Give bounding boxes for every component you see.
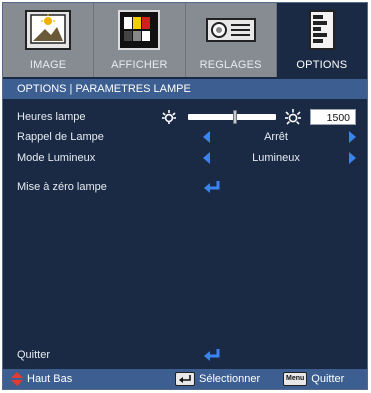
row-lamp-reminder[interactable]: Rappel de Lampe Arrêt — [3, 127, 367, 147]
row-exit[interactable]: Quitter — [3, 345, 367, 365]
lamp-reset-label: Mise à zéro lampe — [17, 181, 107, 193]
row-lamp-hours[interactable]: Heures lampe 1500 — [3, 107, 367, 127]
tab-settings-label: REGLAGES — [199, 59, 262, 71]
up-down-icon — [11, 372, 23, 387]
lamp-hours-slider-thumb[interactable] — [233, 110, 237, 124]
bright-mode-label: Mode Lumineux — [17, 152, 96, 164]
right-arrow-icon[interactable] — [349, 152, 356, 164]
footer-bar: Haut Bas Sélectionner Menu Quitter — [3, 369, 367, 389]
lamp-reminder-value: Arrêt — [264, 131, 288, 143]
menu-key-icon: Menu — [283, 372, 308, 387]
left-arrow-icon[interactable] — [203, 152, 210, 164]
enter-key-icon — [175, 372, 195, 387]
footer-select: Sélectionner — [175, 369, 260, 389]
exit-label: Quitter — [17, 349, 51, 361]
footer-quit: Menu Quitter — [283, 369, 344, 389]
lamp-reminder-label: Rappel de Lampe — [17, 131, 104, 143]
tab-bar: IMAGE AFFICHER REGLAGES OPTIONS — [3, 3, 367, 77]
row-bright-mode[interactable]: Mode Lumineux Lumineux — [3, 148, 367, 168]
tab-image[interactable]: IMAGE — [3, 3, 95, 77]
enter-icon[interactable] — [203, 348, 221, 362]
footer-quit-label: Quitter — [311, 373, 345, 385]
section-header: OPTIONS | PARAMETRES LAMPE — [3, 79, 367, 99]
footer-nav-label: Haut Bas — [27, 373, 73, 385]
enter-icon[interactable] — [203, 180, 221, 194]
tab-options[interactable]: OPTIONS — [276, 3, 367, 77]
image-icon — [25, 10, 72, 50]
right-arrow-icon[interactable] — [349, 131, 356, 143]
lamp-hours-label: Heures lampe — [17, 111, 86, 123]
footer-nav: Haut Bas — [11, 369, 72, 389]
bright-mode-value: Lumineux — [252, 152, 300, 164]
lamp-hours-value: 1500 — [310, 109, 356, 125]
osd-menu: IMAGE AFFICHER REGLAGES OPTIONS OPTIONS … — [2, 2, 368, 390]
footer-select-label: Sélectionner — [199, 373, 261, 385]
tab-display[interactable]: AFFICHER — [94, 3, 186, 77]
bright-bulb-icon — [285, 109, 301, 125]
dim-bulb-icon — [162, 110, 176, 124]
projector-icon — [205, 18, 256, 42]
lamp-hours-slider[interactable] — [188, 114, 276, 120]
options-icon — [308, 10, 335, 50]
left-arrow-icon[interactable] — [203, 131, 210, 143]
tab-options-label: OPTIONS — [296, 59, 348, 71]
row-lamp-reset[interactable]: Mise à zéro lampe — [3, 177, 367, 197]
tab-settings[interactable]: REGLAGES — [186, 3, 277, 77]
display-icon — [118, 10, 161, 50]
tab-display-label: AFFICHER — [111, 59, 168, 71]
tab-image-label: IMAGE — [29, 59, 67, 71]
